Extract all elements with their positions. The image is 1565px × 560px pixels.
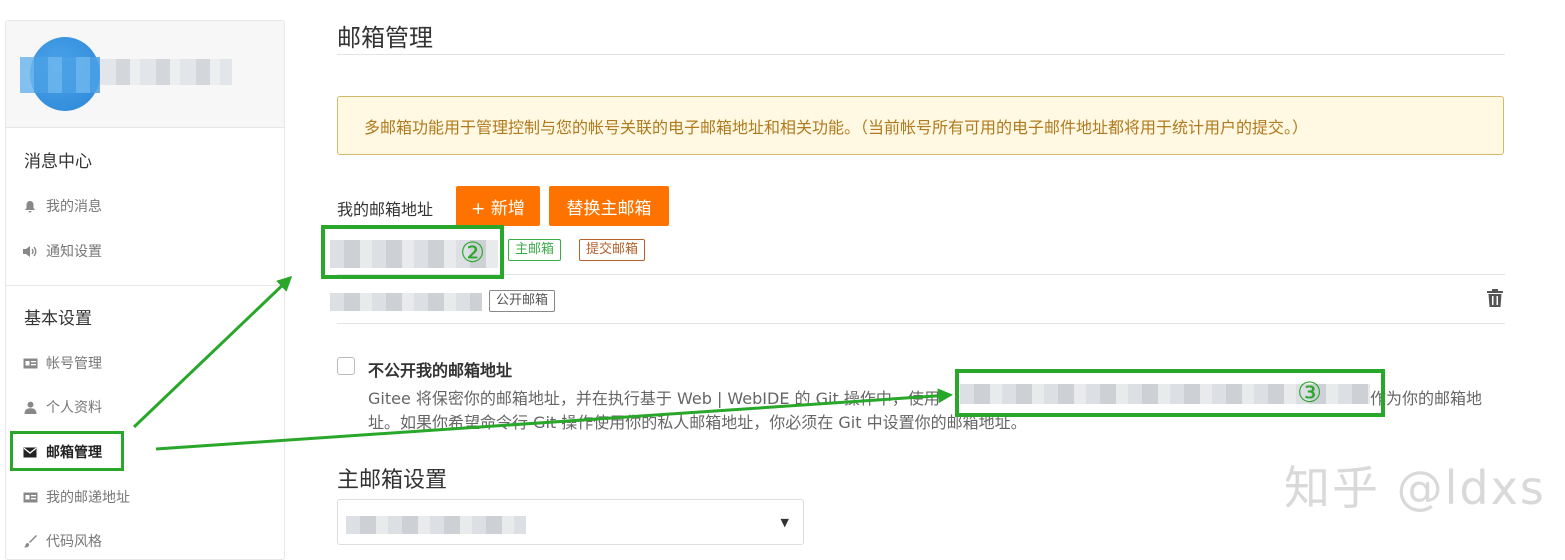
sidebar-item-label: 帐号管理	[46, 356, 102, 372]
sidebar-item-label: 通知设置	[46, 244, 102, 260]
hide-email-description-line1-end: 作为你的邮箱地	[1370, 389, 1483, 408]
commit-email-badge: 提交邮箱	[579, 239, 646, 261]
primary-email-badge: 主邮箱	[508, 239, 562, 261]
hide-email-checkbox[interactable]	[337, 357, 355, 375]
sidebar-item-label: 我的消息	[46, 199, 102, 215]
avatar-blur	[20, 57, 100, 93]
profile-card	[6, 21, 284, 128]
speaker-icon	[22, 245, 38, 258]
public-email-badge: 公开邮箱	[489, 290, 556, 312]
email-row-divider	[337, 323, 1505, 324]
sidebar-item-account[interactable]: 帐号管理	[22, 353, 102, 373]
sidebar-item-my-messages[interactable]: 我的消息	[22, 196, 102, 216]
sidebar: 消息中心 我的消息 通知设置 基本设置 帐号管理 个人资料 邮箱管理 我的邮递地…	[5, 20, 285, 560]
email-row-divider	[337, 274, 1505, 275]
sidebar-divider	[6, 285, 284, 286]
group-title-messages: 消息中心	[24, 152, 92, 172]
sidebar-item-label: 代码风格	[46, 534, 102, 550]
id-card-icon	[22, 358, 38, 369]
switch-primary-email-button[interactable]: 替换主邮箱	[549, 186, 669, 226]
user-icon	[22, 401, 38, 414]
sidebar-item-label: 我的邮递地址	[46, 490, 130, 506]
username-blur	[100, 59, 232, 85]
my-email-label: 我的邮箱地址	[337, 200, 434, 219]
hide-email-description-line1: Gitee 将保密你的邮箱地址，并在执行基于 Web | WebIDE 的 Gi…	[368, 389, 940, 408]
title-divider	[337, 54, 1505, 55]
annotation-marker-2: ②	[460, 236, 486, 269]
info-notice: 多邮箱功能用于管理控制与您的帐号关联的电子邮箱地址和相关功能。（当前帐号所有可用…	[337, 96, 1504, 155]
notice-text: 多邮箱功能用于管理控制与您的帐号关联的电子邮箱地址和相关功能。（当前帐号所有可用…	[364, 117, 1309, 137]
sidebar-item-label: 个人资料	[46, 400, 102, 416]
page-title: 邮箱管理	[337, 24, 433, 52]
hide-email-description-line2: 址。如果你希望命令行 Git 操作使用你的私人邮箱地址，你必须在 Git 中设置…	[368, 413, 1027, 432]
group-title-basic-settings: 基本设置	[24, 309, 92, 329]
annotation-marker-3: ③	[1297, 376, 1323, 409]
trash-icon[interactable]	[1486, 288, 1504, 308]
hide-email-title: 不公开我的邮箱地址	[368, 361, 513, 380]
sidebar-item-notification-settings[interactable]: 通知设置	[22, 241, 102, 261]
bell-icon	[22, 200, 38, 213]
caret-down-icon: ▼	[780, 516, 789, 529]
selected-email-blur	[346, 516, 526, 534]
email-address-blur	[330, 293, 482, 311]
active-item-highlight	[10, 431, 124, 471]
sidebar-item-mailing-address[interactable]: 我的邮递地址	[22, 487, 130, 507]
primary-email-settings-title: 主邮箱设置	[337, 468, 448, 493]
sidebar-item-profile[interactable]: 个人资料	[22, 397, 102, 417]
brush-icon	[22, 534, 38, 548]
add-email-button[interactable]: + 新增	[456, 186, 540, 226]
primary-email-select[interactable]: ▼	[337, 499, 804, 545]
address-card-icon	[22, 492, 38, 503]
sidebar-item-code-style[interactable]: 代码风格	[22, 531, 102, 551]
watermark: 知乎 @ldxs	[1284, 461, 1546, 515]
